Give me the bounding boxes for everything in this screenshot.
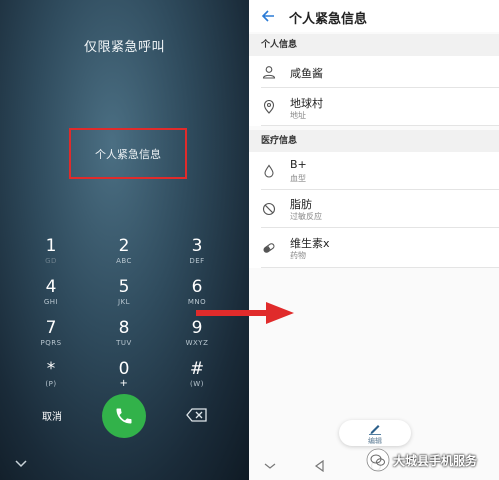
dial-key-5[interactable]: 5 JKL bbox=[94, 277, 154, 317]
watermark: 大城县手机服务 bbox=[366, 448, 477, 472]
dial-key-3[interactable]: 3 DEF bbox=[167, 236, 227, 276]
dial-key-hash[interactable]: # (W) bbox=[167, 359, 227, 399]
key-digit: 6 bbox=[191, 277, 203, 297]
key-digit: 3 bbox=[191, 236, 203, 256]
key-letters: PQRS bbox=[40, 339, 62, 347]
dial-key-star[interactable]: * (P) bbox=[21, 359, 81, 399]
medication-label: 药物 bbox=[290, 251, 306, 260]
key-letters: JKL bbox=[117, 298, 131, 306]
page-title: 个人紧急信息 bbox=[289, 12, 368, 27]
phone-icon bbox=[116, 408, 132, 424]
location-pin-icon bbox=[263, 100, 275, 114]
medication-value: 维生素x bbox=[290, 237, 330, 250]
allergies-label: 过敏反应 bbox=[290, 212, 322, 221]
prohibited-icon bbox=[262, 202, 276, 216]
key-letters: WXYZ bbox=[185, 339, 209, 347]
blood-type-label: 血型 bbox=[290, 174, 306, 183]
pencil-icon bbox=[369, 425, 381, 435]
key-digit: * bbox=[46, 359, 56, 379]
emergency-info-screen: 个人紧急信息 个人信息 咸鱼酱 地球村 地址 医疗信息 B+ 血型 脂肪 过敏反… bbox=[249, 0, 499, 480]
key-digit: 5 bbox=[118, 277, 130, 297]
edit-label: 编辑 bbox=[368, 437, 382, 445]
allergies-value: 脂肪 bbox=[290, 198, 312, 211]
call-button[interactable] bbox=[102, 394, 146, 438]
address-label: 地址 bbox=[290, 111, 306, 120]
key-letters: GD bbox=[45, 257, 57, 265]
key-letters: TUV bbox=[116, 339, 132, 347]
key-digit: 1 bbox=[45, 236, 57, 256]
dial-key-2[interactable]: 2 ABC bbox=[94, 236, 154, 276]
key-letters: DEF bbox=[189, 257, 205, 265]
dial-key-7[interactable]: 7 PQRS bbox=[21, 318, 81, 358]
section-header-personal: 个人信息 bbox=[249, 34, 499, 56]
key-digit: # bbox=[189, 359, 205, 379]
cancel-button[interactable]: 取消 bbox=[28, 408, 76, 423]
name-value: 咸鱼酱 bbox=[290, 67, 323, 80]
personal-emergency-info-button[interactable]: 个人紧急信息 bbox=[69, 128, 187, 179]
key-letters: (P) bbox=[45, 380, 57, 388]
key-letters: + bbox=[119, 378, 129, 389]
list-item-medication[interactable]: 维生素x 药物 bbox=[249, 228, 499, 268]
dial-key-1[interactable]: 1 GD bbox=[21, 236, 81, 276]
chevron-down-icon[interactable] bbox=[14, 459, 28, 469]
key-digit: 8 bbox=[118, 318, 130, 338]
list-item-address[interactable]: 地球村 地址 bbox=[249, 88, 499, 126]
key-digit: 2 bbox=[118, 236, 130, 256]
back-arrow-icon[interactable] bbox=[260, 8, 276, 24]
chevron-down-icon[interactable] bbox=[263, 460, 277, 472]
watermark-text: 大城县手机服务 bbox=[393, 453, 478, 468]
blood-drop-icon bbox=[264, 164, 274, 178]
divider bbox=[261, 125, 499, 126]
list-item-blood-type[interactable]: B+ 血型 bbox=[249, 152, 499, 190]
key-digit: 7 bbox=[45, 318, 57, 338]
list-item-name[interactable]: 咸鱼酱 bbox=[249, 56, 499, 88]
emergency-calls-only-title: 仅限紧急呼叫 bbox=[83, 40, 165, 55]
backspace-icon[interactable] bbox=[186, 408, 208, 422]
dial-key-8[interactable]: 8 TUV bbox=[94, 318, 154, 358]
edit-button[interactable]: 编辑 bbox=[339, 420, 411, 446]
app-bar: 个人紧急信息 bbox=[249, 0, 499, 32]
key-digit: 0 bbox=[118, 359, 130, 379]
pill-icon bbox=[263, 243, 275, 253]
wechat-logo-icon bbox=[366, 448, 390, 472]
dial-key-4[interactable]: 4 GHI bbox=[21, 277, 81, 317]
key-letters: (W) bbox=[190, 380, 204, 388]
dial-key-0[interactable]: 0 + bbox=[94, 359, 154, 399]
key-letters: ABC bbox=[116, 257, 132, 265]
address-value: 地球村 bbox=[290, 97, 323, 110]
divider bbox=[261, 267, 499, 268]
blood-type-value: B+ bbox=[290, 158, 307, 171]
personal-emergency-info-label: 个人紧急信息 bbox=[95, 147, 161, 161]
emergency-dialer-screen: 仅限紧急呼叫 个人紧急信息 1 GD 2 ABC 3 DEF 4 GHI 5 JKL 6M… bbox=[0, 0, 249, 480]
person-icon bbox=[262, 66, 276, 79]
red-arrow-annotation bbox=[196, 302, 294, 324]
key-digit: 4 bbox=[45, 277, 57, 297]
key-letters: GHI bbox=[43, 298, 59, 306]
back-triangle-icon[interactable] bbox=[313, 460, 327, 472]
section-header-medical: 医疗信息 bbox=[249, 130, 499, 152]
list-item-allergies[interactable]: 脂肪 过敏反应 bbox=[249, 190, 499, 228]
